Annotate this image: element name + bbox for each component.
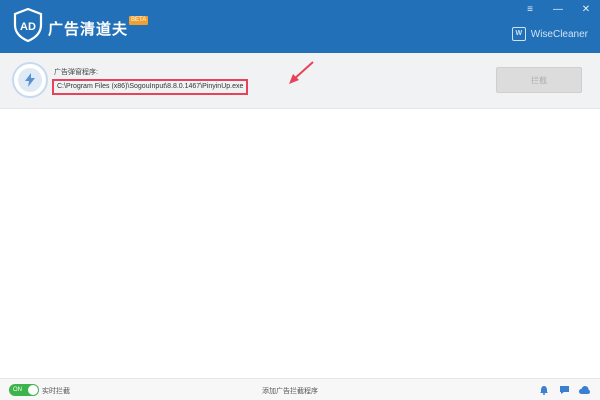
wisecleaner-logo-icon: W	[511, 27, 526, 41]
brand-link[interactable]: W WiseCleaner	[511, 27, 588, 41]
menu-icon[interactable]: ≡	[522, 4, 538, 16]
brand-name: WiseCleaner	[530, 28, 588, 40]
cloud-icon[interactable]	[578, 384, 590, 396]
notification-icon[interactable]	[538, 384, 550, 396]
status-bar: ON 实时拦截 添加广告拦截程序	[0, 378, 600, 400]
window-controls: ≡ — ✕	[522, 4, 594, 16]
title-bar: AD 广告清道夫 BETA ≡ — ✕ W WiseCleaner	[0, 0, 600, 53]
toggle-label: 实时拦截	[42, 388, 70, 395]
close-icon[interactable]: ✕	[578, 4, 594, 16]
realtime-toggle[interactable]: ON	[9, 384, 39, 396]
add-program-link[interactable]: 添加广告拦截程序	[262, 386, 318, 396]
block-button[interactable]: 拦截	[496, 67, 582, 93]
program-icon	[12, 62, 48, 98]
toggle-text: ON	[13, 387, 22, 393]
toggle-knob	[28, 385, 38, 395]
svg-text:AD: AD	[20, 21, 36, 33]
info-label: 广告弹窗程序:	[54, 69, 98, 76]
app-title: 广告清道夫	[48, 21, 129, 38]
chat-icon[interactable]	[558, 384, 570, 396]
shield-logo-icon: AD	[13, 8, 43, 42]
minimize-icon[interactable]: —	[550, 4, 566, 16]
annotation-arrow-icon	[289, 61, 314, 84]
main-content-area	[0, 110, 600, 380]
status-icons	[538, 384, 590, 396]
lightning-icon	[25, 73, 35, 87]
beta-badge: BETA	[129, 16, 149, 25]
program-path: C:\Program Files (x86)\SogouInput\8.8.0.…	[52, 79, 249, 95]
